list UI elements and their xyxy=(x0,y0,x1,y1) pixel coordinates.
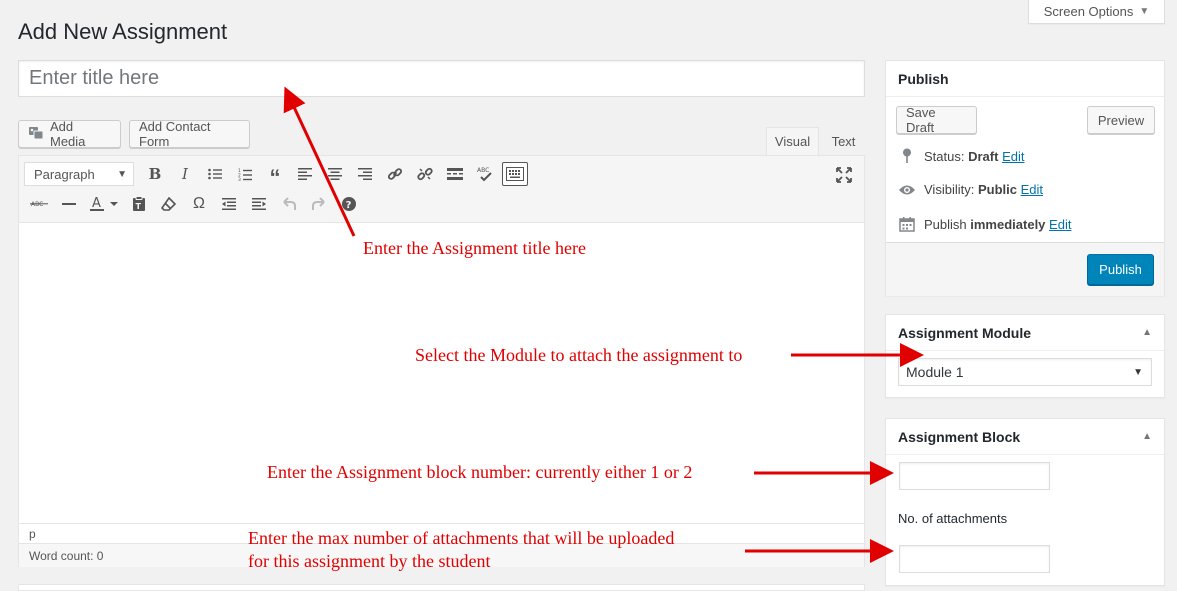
annotation-arrows xyxy=(283,86,924,563)
arrow-to-title xyxy=(283,86,356,237)
